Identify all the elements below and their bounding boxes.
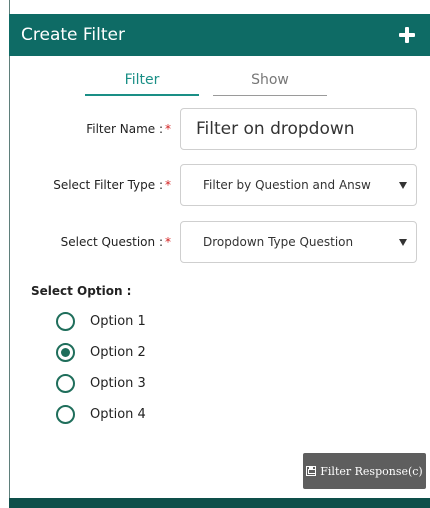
filter-type-row: Select Filter Type : * Filter by Question…	[9, 164, 430, 206]
caret-down-icon	[399, 239, 407, 246]
question-label: Select Question : *	[60, 235, 171, 249]
option-label: Option 3	[90, 376, 146, 391]
filter-response-label: Filter Response(c)	[320, 464, 423, 478]
radio-button-checked[interactable]	[56, 343, 75, 362]
filter-name-input[interactable]: Filter on dropdown	[180, 108, 417, 150]
filter-type-label: Select Filter Type : *	[53, 178, 171, 192]
filter-type-select[interactable]: Filter by Question and Answ	[180, 164, 417, 206]
required-mark: *	[165, 122, 171, 136]
filter-response-button[interactable]: Filter Response(c)	[303, 453, 426, 489]
question-row: Select Question : * Dropdown Type Questio…	[9, 221, 430, 263]
panel-header: Create Filter	[9, 14, 430, 56]
caret-down-icon	[399, 182, 407, 189]
save-icon	[306, 466, 317, 476]
option-label: Option 2	[90, 345, 146, 360]
tab-show[interactable]: Show	[213, 70, 327, 96]
plus-icon[interactable]	[398, 26, 416, 44]
filter-type-value: Filter by Question and Answ	[203, 178, 371, 192]
bottom-bar	[9, 498, 430, 508]
header-title: Create Filter	[21, 25, 125, 45]
option-4[interactable]: Option 4	[56, 399, 146, 430]
filter-name-row: Filter Name : * Filter on dropdown	[9, 108, 430, 150]
option-label: Option 4	[90, 407, 146, 422]
option-list: Option 1 Option 2 Option 3 Option 4	[56, 306, 146, 430]
option-2[interactable]: Option 2	[56, 337, 146, 368]
radio-button[interactable]	[56, 405, 75, 424]
required-mark: *	[165, 178, 171, 192]
option-3[interactable]: Option 3	[56, 368, 146, 399]
tab-filter[interactable]: Filter	[85, 70, 199, 96]
filter-name-label: Filter Name : *	[86, 122, 171, 136]
question-select[interactable]: Dropdown Type Question	[180, 221, 417, 263]
tab-bar: Filter Show	[85, 70, 341, 96]
question-value: Dropdown Type Question	[203, 235, 354, 249]
select-option-title: Select Option :	[31, 284, 132, 298]
option-label: Option 1	[90, 314, 146, 329]
radio-button[interactable]	[56, 312, 75, 331]
radio-button[interactable]	[56, 374, 75, 393]
option-1[interactable]: Option 1	[56, 306, 146, 337]
required-mark: *	[165, 235, 171, 249]
